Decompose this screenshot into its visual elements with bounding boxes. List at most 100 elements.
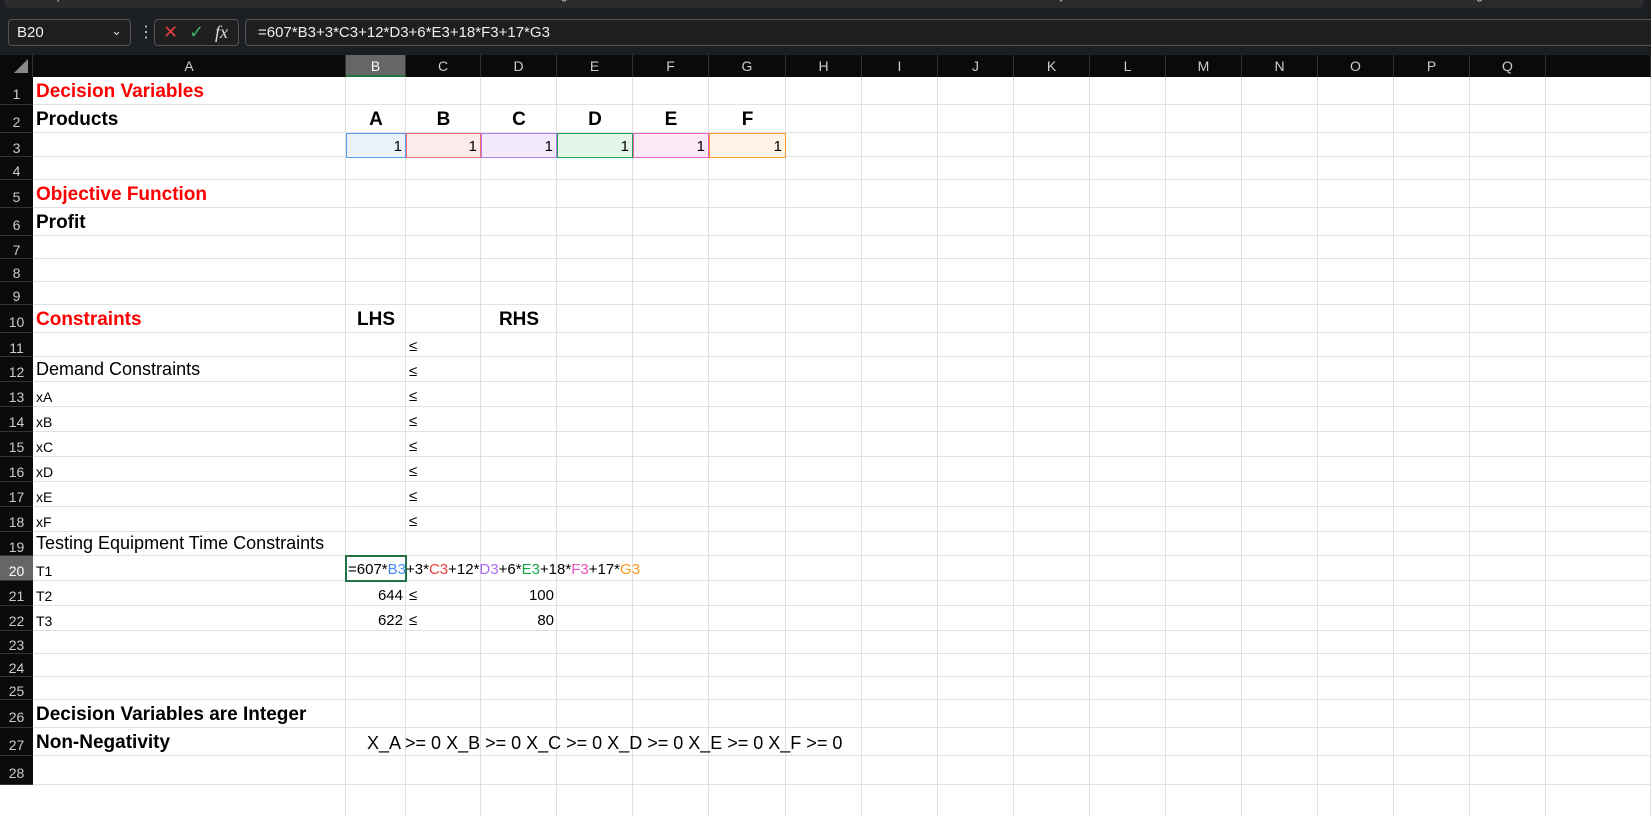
- row-header[interactable]: 28: [0, 756, 33, 785]
- cell-A21[interactable]: T2: [33, 581, 346, 606]
- cell-C16[interactable]: ≤: [406, 457, 481, 482]
- insert-function-icon[interactable]: fx: [215, 22, 228, 43]
- cell-F2[interactable]: E: [633, 105, 709, 133]
- cell-A2[interactable]: Products: [33, 105, 346, 133]
- more-options-icon[interactable]: ⋮: [138, 22, 154, 42]
- cell-A14[interactable]: xB: [33, 407, 346, 432]
- column-header[interactable]: M: [1166, 55, 1242, 77]
- cell-F3[interactable]: 1: [633, 133, 709, 158]
- cell-C12[interactable]: ≤: [406, 357, 481, 382]
- formula-input[interactable]: =607*B3+3*C3+12*D3+6*E3+18*F3+17*G3: [245, 19, 1651, 46]
- cell-C18[interactable]: ≤: [406, 507, 481, 532]
- row-header[interactable]: 16: [0, 457, 33, 482]
- row-header[interactable]: 3: [0, 133, 33, 157]
- column-header[interactable]: F: [633, 55, 709, 77]
- column-header[interactable]: H: [786, 55, 862, 77]
- row-header[interactable]: 24: [0, 654, 33, 677]
- column-header[interactable]: J: [938, 55, 1014, 77]
- column-header[interactable]: D: [481, 55, 557, 77]
- cell-A20[interactable]: T1: [33, 556, 346, 581]
- row-header[interactable]: 22: [0, 606, 33, 631]
- row-header[interactable]: 12: [0, 357, 33, 382]
- cell-A26[interactable]: Decision Variables are Integer: [33, 700, 346, 728]
- chevron-down-icon[interactable]: ⌄: [111, 23, 122, 39]
- cell-D21[interactable]: 100: [481, 581, 557, 606]
- cell-G2[interactable]: F: [709, 105, 786, 133]
- row-header[interactable]: 25: [0, 677, 33, 700]
- cancel-icon[interactable]: ✕: [163, 22, 178, 43]
- cell-B20-editing[interactable]: =607* B3 +3* C3 +12* D3 +6* E3 +18* F3 +17* G3: [345, 555, 640, 582]
- column-header[interactable]: G: [709, 55, 786, 77]
- cell-A6[interactable]: Profit: [33, 208, 346, 236]
- cell-A19[interactable]: Testing Equipment Time Constraints: [33, 532, 346, 556]
- cell-D22[interactable]: 80: [481, 606, 557, 631]
- cell-C17[interactable]: ≤: [406, 482, 481, 507]
- cell-D10[interactable]: RHS: [481, 305, 557, 333]
- name-box[interactable]: B20 ⌄: [8, 19, 131, 46]
- cell-D3[interactable]: 1: [481, 133, 557, 158]
- row-header[interactable]: 15: [0, 432, 33, 457]
- row-header[interactable]: 5: [0, 180, 33, 208]
- cell-B22[interactable]: 622: [346, 606, 406, 631]
- row-header[interactable]: 14: [0, 407, 33, 432]
- row-header[interactable]: 20: [0, 556, 33, 581]
- cell-C2[interactable]: B: [406, 105, 481, 133]
- cell-A1[interactable]: Decision Variables: [33, 77, 346, 105]
- cell-B3[interactable]: 1: [346, 133, 406, 158]
- row-header[interactable]: 2: [0, 105, 33, 133]
- row-header[interactable]: 17: [0, 482, 33, 507]
- cell-C3[interactable]: 1: [406, 133, 481, 158]
- cell-C21[interactable]: ≤: [406, 581, 481, 606]
- row-header[interactable]: 9: [0, 282, 33, 305]
- cell-D2[interactable]: C: [481, 105, 557, 133]
- cell-B27[interactable]: X_A >= 0 X_B >= 0 X_C >= 0 X_D >= 0 X_E …: [364, 728, 845, 756]
- row-header[interactable]: 21: [0, 581, 33, 606]
- cell-A16[interactable]: xD: [33, 457, 346, 482]
- row-header[interactable]: 13: [0, 382, 33, 407]
- column-header[interactable]: N: [1242, 55, 1318, 77]
- cell-A15[interactable]: xC: [33, 432, 346, 457]
- cell-E3[interactable]: 1: [557, 133, 633, 158]
- cell-A13[interactable]: xA: [33, 382, 346, 407]
- cell-C13[interactable]: ≤: [406, 382, 481, 407]
- column-header[interactable]: A: [33, 55, 346, 77]
- row-header[interactable]: 7: [0, 236, 33, 259]
- cell-A22[interactable]: T3: [33, 606, 346, 631]
- cell-C11[interactable]: ≤: [406, 333, 481, 357]
- cell-A27[interactable]: Non-Negativity: [33, 728, 346, 756]
- column-header[interactable]: E: [557, 55, 633, 77]
- column-header[interactable]: I: [862, 55, 938, 77]
- column-header[interactable]: O: [1318, 55, 1394, 77]
- row-header[interactable]: 8: [0, 259, 33, 282]
- row-header[interactable]: 10: [0, 305, 33, 333]
- cell-A10[interactable]: Constraints: [33, 305, 346, 333]
- column-header[interactable]: Q: [1470, 55, 1546, 77]
- row-header[interactable]: 19: [0, 532, 33, 556]
- column-header[interactable]: B: [346, 55, 406, 77]
- column-header[interactable]: [1546, 55, 1651, 77]
- cell-A12[interactable]: Demand Constraints: [33, 357, 346, 382]
- cell-A18[interactable]: xF: [33, 507, 346, 532]
- column-header[interactable]: C: [406, 55, 481, 77]
- enter-icon[interactable]: ✓: [189, 22, 204, 43]
- spreadsheet-grid[interactable]: A B C D E F G H I J K L M N O P Q 1 2 3 4 5 6 7 8 9 10 11 12 13 14 15 16…: [0, 55, 1651, 817]
- row-header[interactable]: 4: [0, 157, 33, 180]
- cell-C15[interactable]: ≤: [406, 432, 481, 457]
- cell-E2[interactable]: D: [557, 105, 633, 133]
- row-header[interactable]: 18: [0, 507, 33, 532]
- cell-C14[interactable]: ≤: [406, 407, 481, 432]
- row-header[interactable]: 6: [0, 208, 33, 236]
- row-header[interactable]: 27: [0, 728, 33, 756]
- row-header[interactable]: 1: [0, 77, 33, 105]
- row-header[interactable]: 23: [0, 631, 33, 654]
- cell-A5[interactable]: Objective Function: [33, 180, 346, 208]
- row-header[interactable]: 11: [0, 333, 33, 357]
- column-header[interactable]: K: [1014, 55, 1090, 77]
- cell-G3[interactable]: 1: [709, 133, 786, 158]
- column-header[interactable]: P: [1394, 55, 1470, 77]
- cell-B21[interactable]: 644: [346, 581, 406, 606]
- select-all-button[interactable]: [0, 55, 33, 77]
- cell-C22[interactable]: ≤: [406, 606, 481, 631]
- row-header[interactable]: 26: [0, 700, 33, 728]
- cell-B2[interactable]: A: [346, 105, 406, 133]
